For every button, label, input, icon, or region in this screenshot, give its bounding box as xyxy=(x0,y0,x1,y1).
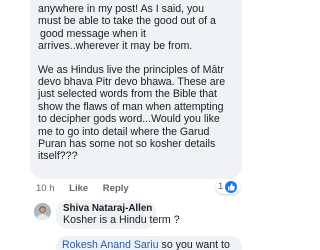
next-reply-bubble: Rokesh Anand Sariu so you want to xyxy=(56,236,242,250)
like-button[interactable]: Like xyxy=(69,183,88,194)
comment-thread: anywhere in my post! As I said, you must… xyxy=(0,0,250,250)
next-reply-text: so you want to xyxy=(158,239,230,250)
comment-bubble: anywhere in my post! As I said, you must… xyxy=(30,0,242,179)
comment-line: devo bhava Pitr devo bhawa. These are xyxy=(38,76,226,89)
comment-line: must be able to take the good out of a xyxy=(38,15,216,28)
reply-text: Kosher is a Hindu term ? xyxy=(63,214,180,226)
comment-line: Puran has some not so kosher details xyxy=(38,138,216,151)
comment-line: to decipher gods word...Would you like xyxy=(38,113,220,126)
comment-line: good message when it xyxy=(40,27,147,40)
comment-line: me to go into detail where the Garud xyxy=(38,125,210,138)
reaction-count: 1 xyxy=(218,181,224,192)
mention-link[interactable]: Rokesh Anand Sariu xyxy=(62,239,159,250)
comment-line: We as Hindus live the principles of Mātr xyxy=(38,63,224,76)
thumbs-up-icon xyxy=(225,180,238,193)
comment-line: itself??? xyxy=(38,150,78,163)
comment-timestamp[interactable]: 10 h xyxy=(36,183,55,194)
comment-line: arrives..wherever it may be from. xyxy=(38,40,193,53)
avatar[interactable] xyxy=(34,203,51,220)
comment-line: show the flaws of man when attempting xyxy=(38,100,224,113)
comment-line: just selected words from the Bible that xyxy=(38,88,218,101)
reply-author[interactable]: Shiva Nataraj-Allen xyxy=(63,203,152,214)
reply-bubble: Shiva Nataraj-Allen Kosher is a Hindu te… xyxy=(56,200,180,229)
reply-button[interactable]: Reply xyxy=(103,183,129,194)
comment-line: anywhere in my post! As I said, you xyxy=(38,3,205,15)
comment-actions: 10 h Like Reply xyxy=(36,183,141,194)
reaction-badge[interactable]: 1 xyxy=(216,179,241,194)
